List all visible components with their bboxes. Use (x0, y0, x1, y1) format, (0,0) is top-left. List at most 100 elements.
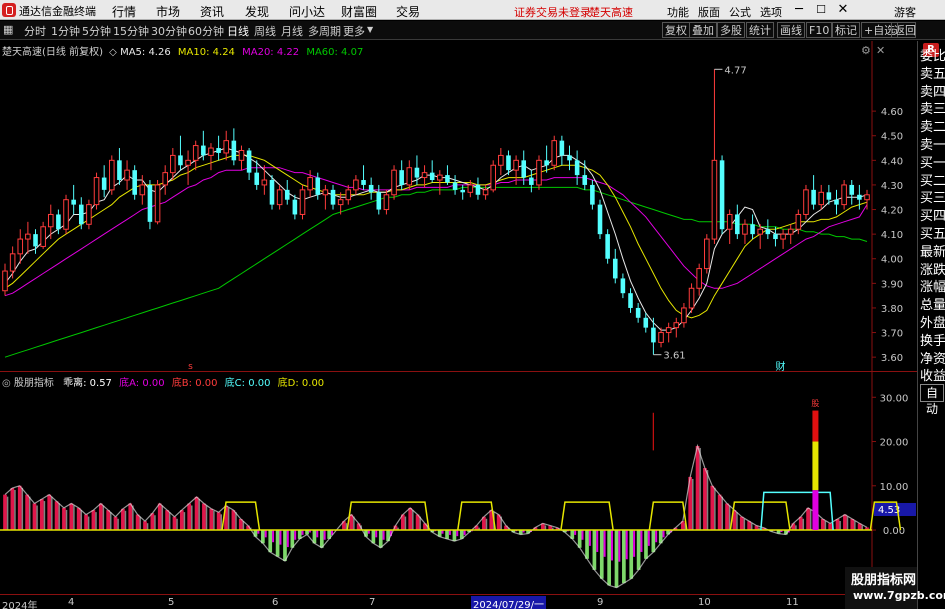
menu-formula[interactable]: 公式 (729, 4, 751, 20)
menu-market[interactable]: 市场 (156, 3, 180, 20)
candle-body (704, 238, 710, 270)
bias-bar-negative (319, 530, 324, 548)
f10-button[interactable]: F10 (806, 22, 833, 38)
bias-shadow (839, 520, 841, 531)
period-5min[interactable]: 5分钟 (82, 23, 111, 39)
period-weekly[interactable]: 周线 (254, 23, 276, 39)
menu-news[interactable]: 资讯 (200, 3, 224, 20)
side-tab[interactable]: 涨幅 (920, 278, 945, 297)
candle-body (673, 322, 680, 329)
menu-wealth-circle[interactable]: 财富圈 (341, 3, 377, 20)
bias-shadow (485, 518, 488, 531)
bottom-a-label: 底A: 0.00 (119, 378, 165, 389)
candle-body (361, 180, 366, 185)
indicator-panel[interactable]: 30.00 20.00 10.00 0.00 4.53 股 ◎ 股朋指标 乖离: 0.57… (0, 372, 917, 594)
menu-ask-xiaoda[interactable]: 问小达 (289, 3, 325, 20)
candle-body (620, 278, 626, 294)
candle-body (101, 177, 107, 190)
period-multi[interactable]: 多周期 (308, 23, 341, 39)
period-monthly[interactable]: 月线 (281, 23, 303, 39)
indicator-settings-icon[interactable]: ◎ (2, 378, 11, 389)
candle-body (40, 226, 46, 247)
more-dropdown-icon[interactable]: ▼ (367, 25, 373, 34)
side-tab[interactable]: 卖二 (920, 118, 945, 137)
overlay-button[interactable]: 叠加 (689, 22, 717, 38)
maximize-icon[interactable]: ☐ (810, 1, 832, 19)
candle-body (437, 174, 443, 181)
candle-body (826, 192, 832, 200)
candle-body (368, 184, 374, 193)
bias-bar-positive (216, 512, 221, 531)
auto-button[interactable]: 自动 (920, 384, 944, 416)
close-icon[interactable]: ✕ (832, 1, 854, 19)
candle-body (315, 177, 321, 195)
guest-user[interactable]: 游客 (894, 4, 916, 20)
close-panel-icon[interactable]: ✕ (876, 44, 885, 57)
bias-bar-positive (725, 503, 729, 531)
menu-options[interactable]: 选项 (760, 4, 782, 20)
period-30min[interactable]: 30分钟 (151, 23, 187, 39)
bias-shadow (21, 487, 24, 531)
period-1min[interactable]: 1分钟 (51, 23, 80, 39)
bias-shadow (14, 490, 16, 531)
period-intraday[interactable]: 分时 (24, 23, 46, 39)
side-tab[interactable]: 涨跌 (920, 261, 945, 280)
price-tick-label: 4.30 (881, 181, 903, 192)
bias-shadow (176, 518, 178, 531)
menu-layout[interactable]: 版面 (698, 4, 720, 20)
side-tab[interactable]: 卖五 (920, 65, 945, 84)
side-tab[interactable]: 卖三 (920, 100, 945, 119)
bias-bar-negative (636, 530, 641, 570)
side-tab[interactable]: 换手 (920, 332, 945, 351)
restore-rights-button[interactable]: 复权 (662, 22, 690, 38)
bias-bar-positive (62, 507, 66, 531)
side-tab[interactable]: 最新 (920, 243, 945, 262)
multi-stock-button[interactable]: 多股 (717, 22, 745, 38)
menu-discover[interactable]: 发现 (245, 3, 269, 20)
side-tab[interactable]: 净资 (920, 350, 945, 369)
candle-body (551, 140, 558, 166)
period-15min[interactable]: 15分钟 (113, 23, 149, 39)
menu-function[interactable]: 功能 (667, 4, 689, 20)
price-chart-panel[interactable]: 4.60 4.50 4.40 4.30 4.20 4.10 4.00 3.90 3.80 3.70… (0, 41, 917, 372)
price-chart[interactable]: 4.60 4.50 4.40 4.30 4.20 4.10 4.00 3.90 3.80 3.70… (0, 41, 917, 372)
candle-body (665, 327, 672, 334)
signal-step-yellow (560, 501, 614, 531)
candle-body (803, 189, 809, 215)
bias-shadow (73, 505, 75, 531)
side-tab[interactable]: 买四 (920, 207, 945, 226)
period-60min[interactable]: 60分钟 (188, 23, 224, 39)
menu-quotes[interactable]: 行情 (112, 3, 136, 20)
side-tab[interactable]: 买一 (920, 154, 945, 173)
signal-column-yellow (812, 441, 819, 491)
side-tab[interactable]: 买三 (920, 189, 945, 208)
back-button[interactable]: 返回 (891, 22, 916, 38)
period-more[interactable]: 更多 (343, 23, 365, 39)
candle-body (238, 149, 245, 161)
trade-login-status[interactable]: 证券交易未登录 (514, 4, 591, 20)
minimize-icon[interactable]: ─ (788, 1, 810, 19)
candle-body (399, 170, 404, 185)
candle-body (391, 169, 397, 196)
current-stock-link[interactable]: 楚天高速 (589, 4, 633, 20)
side-tab[interactable]: 卖四 (920, 83, 945, 102)
bias-shadow (714, 487, 716, 531)
side-tab[interactable]: 买二 (920, 172, 945, 191)
side-tab[interactable]: 买五 (920, 225, 945, 244)
period-daily[interactable]: 日线 (227, 23, 249, 39)
bias-shadow (699, 447, 701, 531)
side-tab[interactable]: 委比 (920, 47, 945, 66)
indicator-name[interactable]: 股朋指标 (14, 378, 54, 389)
menu-trade[interactable]: 交易 (396, 3, 420, 20)
candle-body (421, 172, 428, 179)
statistics-button[interactable]: 统计 (746, 22, 774, 38)
draw-line-button[interactable]: 画线 (777, 22, 805, 38)
indicator-chart[interactable]: 30.0020.0010.000.004.53股 (0, 372, 917, 594)
side-tab[interactable]: 卖一 (920, 136, 945, 155)
bias-label: 乖离: 0.57 (63, 378, 112, 389)
settings-gear-icon[interactable]: ⚙ (861, 44, 871, 57)
side-tab[interactable]: 外盘 (920, 314, 945, 333)
chart-nav-icon[interactable]: ▦ (1, 22, 17, 38)
mark-button[interactable]: 标记 (832, 22, 860, 38)
side-tab[interactable]: 总量 (920, 296, 945, 315)
